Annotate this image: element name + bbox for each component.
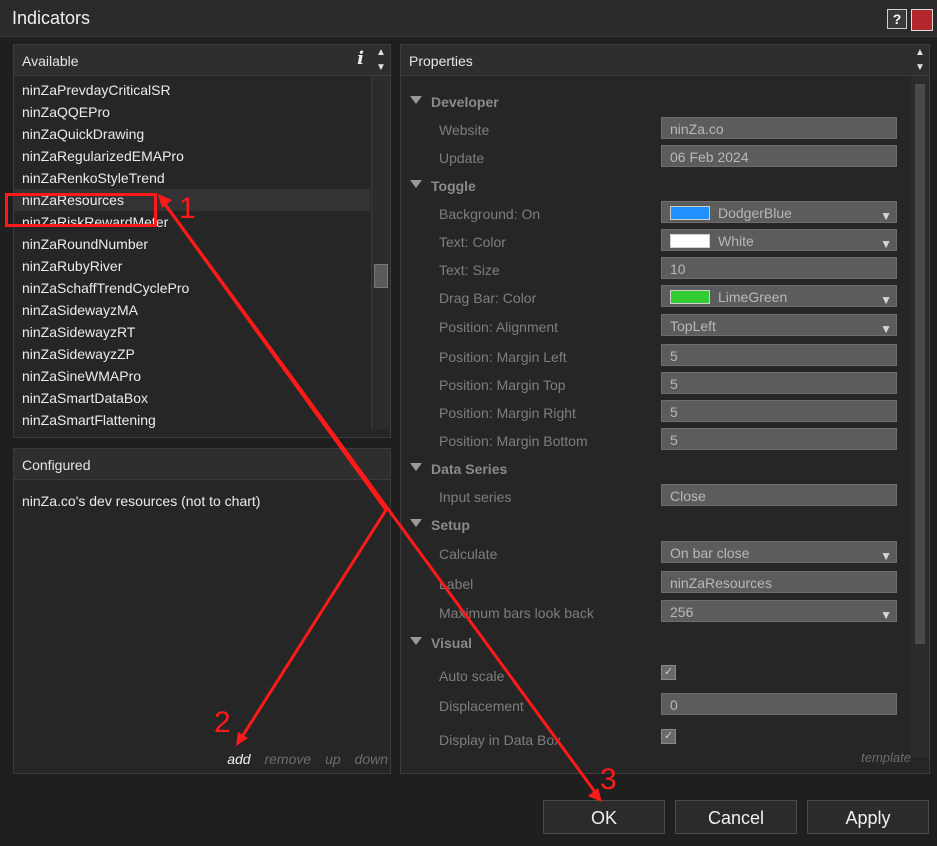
step-number-3: 3 [600,763,617,796]
step-number-2: 2 [214,706,231,739]
step-number-1: 1 [179,192,196,225]
arrow-line-2 [238,508,388,742]
annotation-arrows [158,194,602,802]
